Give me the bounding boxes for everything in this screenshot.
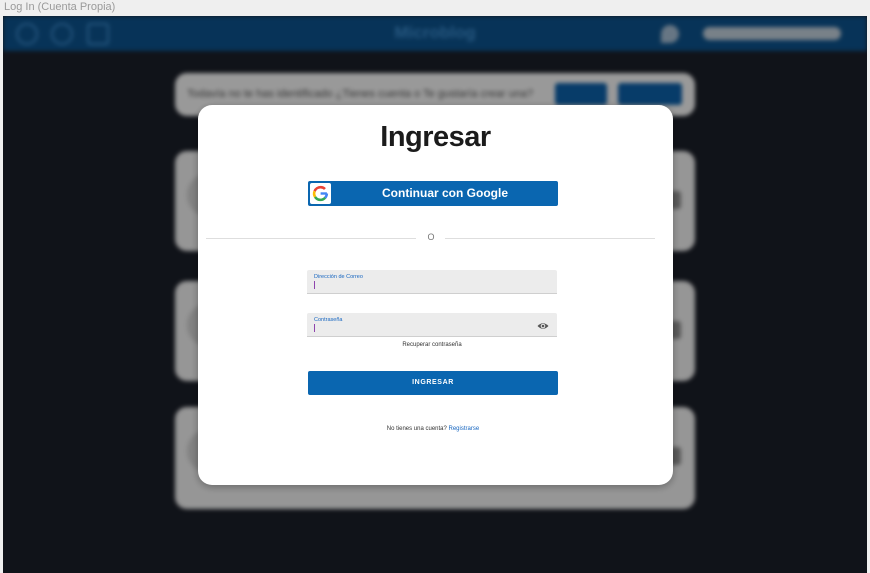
google-login-button[interactable]: Continuar con Google [308,181,558,206]
email-input[interactable] [316,280,536,290]
recover-password-link[interactable]: Recuperar contraseña [307,342,557,348]
password-input[interactable] [316,323,536,333]
register-link[interactable]: Registrarse [449,426,480,432]
register-prompt: No tienes una cuenta? Registrarse [198,426,668,432]
window-title: Log In (Cuenta Propia) [4,1,116,13]
login-modal: Ingresar Continuar con Google O Direcció… [198,105,673,485]
text-caret [314,324,315,332]
google-icon [310,183,331,204]
password-field[interactable]: Contraseña [307,313,557,337]
modal-title: Ingresar [380,121,491,153]
eye-icon[interactable] [537,319,549,331]
google-button-label: Continuar con Google [382,186,508,200]
divider-right [445,238,655,239]
text-caret [314,281,315,289]
no-account-text: No tienes una cuenta? [386,426,447,432]
email-field[interactable]: Dirección de Correo [307,270,557,294]
submit-label: INGRESAR [412,379,454,386]
login-submit-button[interactable]: INGRESAR [308,371,558,395]
divider-text: O [427,232,435,242]
